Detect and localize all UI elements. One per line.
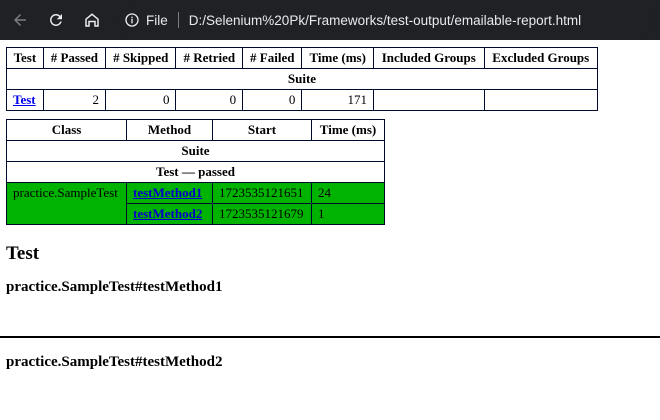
summary-header-failed: # Failed — [242, 47, 303, 69]
methods-header-class: Class — [6, 119, 127, 141]
page-content: Test # Passed # Skipped # Retried # Fail… — [0, 40, 660, 371]
address-bar[interactable]: File D:/Selenium%20Pk/Frameworks/test-ou… — [118, 4, 652, 36]
section-divider — [0, 336, 660, 338]
url-text[interactable]: D:/Selenium%20Pk/Frameworks/test-output/… — [189, 13, 581, 28]
summary-test-cell: Test — [6, 89, 44, 111]
methods-suite-label: Suite — [6, 140, 385, 162]
methods-test-label: Test — passed — [6, 161, 385, 183]
method-name-cell: testMethod1 — [126, 182, 213, 204]
back-button[interactable] — [4, 4, 36, 36]
method-link-testmethod1[interactable]: testMethod1 — [133, 185, 202, 200]
method-start-cell: 1723535121651 — [212, 182, 312, 204]
method-link-testmethod2[interactable]: testMethod2 — [133, 206, 202, 221]
test-link[interactable]: Test — [13, 92, 36, 107]
methods-header-start: Start — [212, 119, 312, 141]
methods-table: Class Method Start Time (ms) Suite Test … — [6, 119, 385, 225]
summary-header-passed: # Passed — [42, 47, 107, 69]
test-section-title: Test — [6, 243, 40, 264]
summary-passed-cell: 2 — [42, 89, 107, 111]
methods-header-method: Method — [126, 119, 213, 141]
summary-header-skipped: # Skipped — [104, 47, 177, 69]
summary-included-cell — [373, 89, 485, 111]
method-time-cell: 1 — [311, 203, 385, 225]
home-icon — [85, 13, 99, 27]
summary-header-retried: # Retried — [175, 47, 244, 69]
reload-button[interactable] — [40, 4, 72, 36]
info-icon — [125, 13, 139, 27]
method-time-cell: 24 — [311, 182, 385, 204]
method-start-cell: 1723535121679 — [212, 203, 312, 225]
summary-header-included-groups: Included Groups — [373, 47, 485, 69]
methods-header-time: Time (ms) — [311, 119, 385, 141]
browser-toolbar: File D:/Selenium%20Pk/Frameworks/test-ou… — [0, 0, 660, 40]
file-scheme-label: File — [146, 12, 168, 28]
methods-test-row: Test — passed — [6, 161, 385, 183]
home-button[interactable] — [76, 4, 108, 36]
method-row: practice.SampleTest testMethod1 17235351… — [6, 182, 385, 225]
summary-data-row: Test 2 0 0 0 171 — [6, 89, 598, 111]
summary-failed-cell: 0 — [242, 89, 303, 111]
back-arrow-icon — [14, 14, 26, 26]
method-class-cell: practice.SampleTest — [6, 182, 127, 225]
summary-skipped-cell: 0 — [104, 89, 177, 111]
methods-header-row: Class Method Start Time (ms) — [6, 119, 385, 141]
summary-header-test: Test — [6, 47, 44, 69]
summary-suite-label: Suite — [6, 68, 598, 90]
site-info-button[interactable] — [124, 12, 140, 28]
summary-header-excluded-groups: Excluded Groups — [483, 47, 598, 69]
methods-suite-row: Suite — [6, 140, 385, 162]
reload-icon — [49, 13, 62, 26]
method2-title: practice.SampleTest#testMethod2 — [6, 354, 223, 370]
summary-time-cell: 171 — [301, 89, 375, 111]
address-separator — [177, 12, 179, 28]
summary-header-time: Time (ms) — [301, 47, 375, 69]
method-name-cell: testMethod2 — [126, 203, 213, 225]
summary-suite-row: Suite — [6, 68, 598, 90]
method1-title: practice.SampleTest#testMethod1 — [6, 279, 223, 295]
summary-excluded-cell — [483, 89, 598, 111]
summary-table: Test # Passed # Skipped # Retried # Fail… — [6, 47, 598, 111]
summary-retried-cell: 0 — [175, 89, 244, 111]
summary-header-row: Test # Passed # Skipped # Retried # Fail… — [6, 47, 598, 69]
